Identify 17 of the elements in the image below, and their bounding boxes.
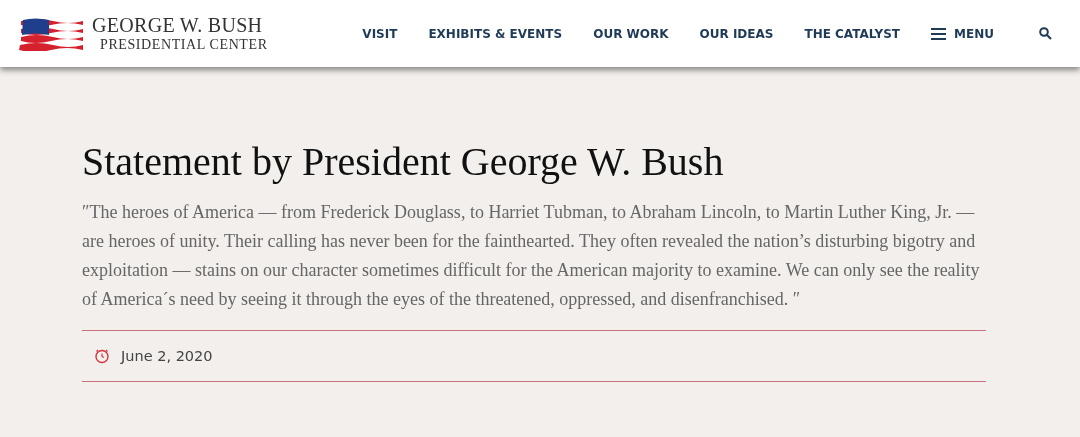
menu-button[interactable]: MENU [931, 26, 994, 41]
search-icon [1039, 27, 1052, 40]
nav-link[interactable]: VISIT [362, 26, 398, 41]
publish-date: June 2, 2020 [121, 348, 213, 364]
nav-link[interactable]: EXHIBITS & EVENTS [428, 26, 563, 41]
nav-link[interactable]: THE CATALYST [804, 26, 901, 41]
page-title: Statement by President George W. Bush [82, 139, 725, 185]
clock-icon [94, 348, 110, 364]
nav-link[interactable]: OUR WORK [593, 26, 669, 41]
logo-title: GEORGE W. BUSH [92, 15, 264, 35]
flag-icon [19, 16, 83, 51]
nav-link[interactable]: OUR IDEAS [699, 26, 774, 41]
logo-subtitle: PRESIDENTIAL CENTER [100, 38, 268, 52]
quote-text: ″The heroes of America — from Frederick Douglass, to Harriet Tubman, to Abraham Lincoln, to Martin Luther King, Jr. — are heroes of unity. Their calling has never been for the fainthearted. They often revealed the nation’s disturbing bigotry and exploitation — stains on our character sometimes difficult for the American majority to examine. We can only see the reality of America´s need by seeing it through the eyes of the threatened, oppressed, and disenfranchised. ″ [82, 201, 981, 311]
search-button[interactable] [1039, 27, 1052, 40]
logo-link[interactable]: GEORGE W. BUSH PRESIDENTIAL CENTER [19, 15, 268, 52]
menu-icon [931, 27, 947, 40]
